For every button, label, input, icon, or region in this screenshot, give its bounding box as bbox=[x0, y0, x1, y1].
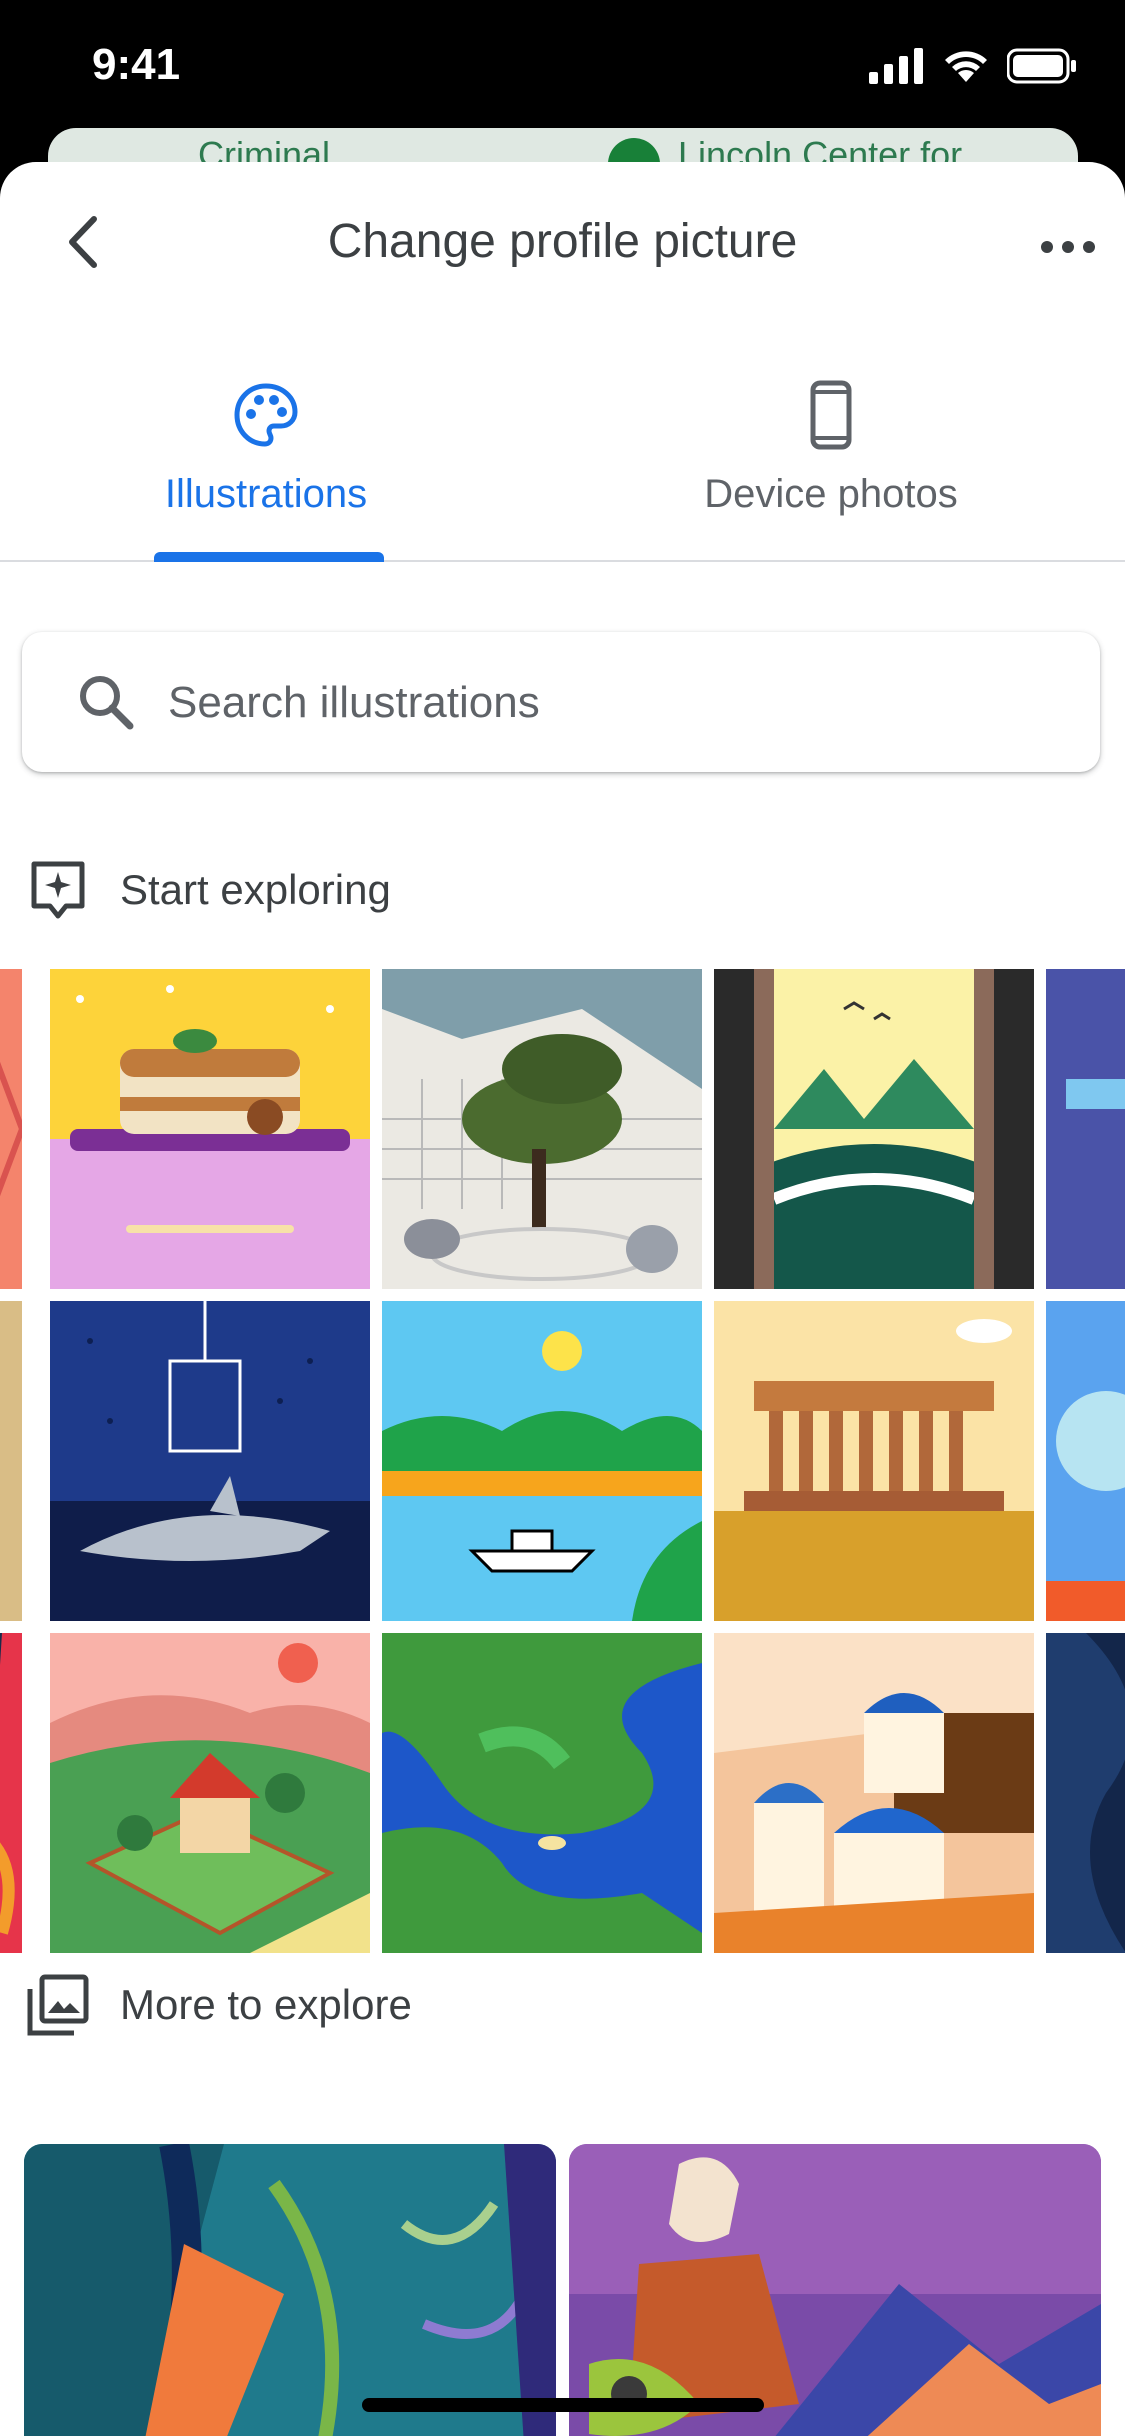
status-time: 9:41 bbox=[92, 40, 181, 89]
illustration-tile[interactable] bbox=[50, 1301, 370, 1621]
illustration-tile[interactable] bbox=[0, 969, 22, 1289]
illustration-tile[interactable] bbox=[382, 969, 702, 1289]
cellular-signal-icon bbox=[869, 48, 923, 84]
illustration-tile[interactable] bbox=[714, 1301, 1034, 1621]
illustration-tile[interactable] bbox=[1046, 969, 1125, 1289]
section-label: Start exploring bbox=[120, 866, 391, 913]
illustration-tile[interactable] bbox=[382, 1301, 702, 1621]
home-indicator[interactable] bbox=[362, 2398, 764, 2412]
illustration-tile[interactable] bbox=[714, 1633, 1034, 1953]
illustration-tile[interactable] bbox=[382, 1633, 702, 1953]
photo-library-icon bbox=[27, 1974, 89, 2036]
section-start-exploring: Start exploring bbox=[26, 855, 391, 925]
page-title: Change profile picture bbox=[327, 215, 798, 268]
search-bar[interactable] bbox=[22, 632, 1100, 772]
tab-bar: Illustrations Device photos bbox=[0, 380, 1125, 562]
illustration-tile[interactable] bbox=[0, 1633, 22, 1953]
status-bar: 9:41 bbox=[0, 0, 1125, 140]
section-label: More to explore bbox=[120, 1981, 412, 2028]
tab-label: Device photos bbox=[704, 472, 958, 516]
tab-illustrations[interactable]: Illustrations bbox=[66, 380, 466, 560]
illustration-tile[interactable] bbox=[714, 969, 1034, 1289]
status-icons bbox=[869, 48, 1077, 84]
more-to-explore-row bbox=[0, 2144, 1125, 2436]
illustration-tile[interactable] bbox=[1046, 1301, 1125, 1621]
section-more-to-explore: More to explore bbox=[26, 1970, 412, 2040]
search-input[interactable] bbox=[166, 662, 1050, 744]
palette-icon bbox=[234, 383, 298, 447]
selected-tab-indicator bbox=[154, 552, 384, 562]
battery-icon bbox=[1007, 48, 1076, 84]
search-icon bbox=[80, 676, 134, 730]
illustration-grid bbox=[0, 969, 1125, 1969]
illustration-tile[interactable] bbox=[0, 1301, 22, 1621]
top-app-bar: Change profile picture bbox=[0, 162, 1125, 332]
tab-label: Illustrations bbox=[164, 472, 368, 516]
change-profile-picture-sheet: Change profile picture Illustrations Dev… bbox=[0, 162, 1125, 2436]
sparkle-frame-icon bbox=[31, 861, 85, 919]
illustration-tile[interactable] bbox=[50, 1633, 370, 1953]
illustration-tile[interactable] bbox=[1046, 1633, 1125, 1953]
wifi-icon bbox=[945, 51, 987, 82]
explore-collection-tile[interactable] bbox=[24, 2144, 556, 2436]
illustration-tile[interactable] bbox=[50, 969, 370, 1289]
smartphone-icon bbox=[810, 380, 852, 450]
tab-device-photos[interactable]: Device photos bbox=[631, 380, 1031, 560]
explore-collection-tile[interactable] bbox=[569, 2144, 1101, 2436]
more-options-icon[interactable] bbox=[1033, 212, 1103, 282]
